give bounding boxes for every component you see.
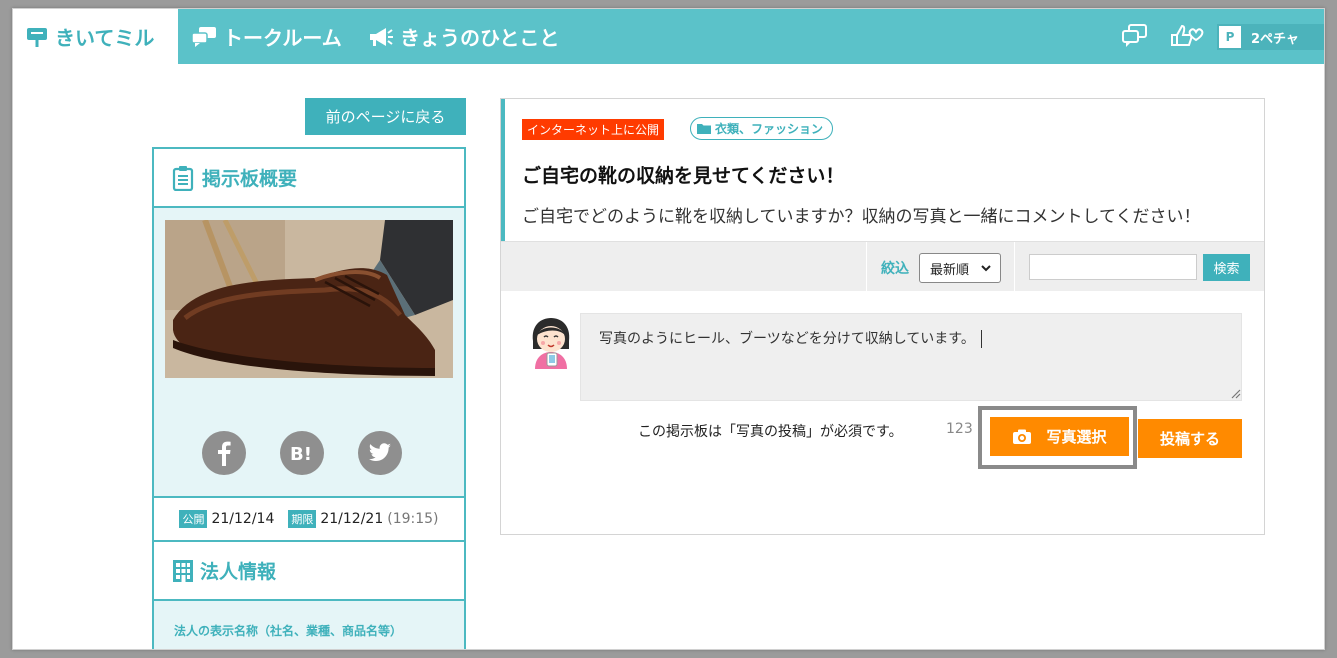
photo-select-label: 写真選択: [1046, 428, 1107, 446]
corporate-name-label: 法人の表示名称（社名、業種、商品名等）: [174, 624, 403, 638]
photo-required-note: この掲示板は「写真の投稿」が必須です。: [638, 424, 903, 440]
camera-icon: [1013, 429, 1032, 444]
deadline-date: 21/12/21: [320, 511, 384, 527]
board-image: [165, 220, 453, 378]
category-label: 衣類、ファッション: [715, 122, 824, 136]
top-nav-bar: きいてミル トークルーム きょうのひとこと P 2ペチャ: [13, 9, 1324, 64]
share-buttons: B!: [202, 431, 436, 475]
deadline-tag: 期限: [288, 510, 317, 528]
twitter-share-button[interactable]: [358, 431, 402, 475]
board-overview-header: 掲示板概要: [154, 149, 464, 208]
filter-bar: 絞込 最新順 検索: [501, 241, 1264, 292]
folder-icon: [697, 124, 711, 134]
back-button[interactable]: 前のページに戻る: [305, 98, 466, 135]
shoe-illustration: [165, 220, 453, 378]
hatena-icon: B!: [290, 444, 312, 464]
comment-textarea[interactable]: 写真のようにヒール、ブーツなどを分けて収納しています。: [580, 313, 1242, 401]
post-button[interactable]: 投稿する: [1138, 419, 1242, 458]
filter-label: 絞込: [881, 261, 909, 277]
filter-divider: [866, 242, 867, 292]
nav-tab-label: きいてミル: [55, 26, 155, 50]
speech-bubbles-outline-icon: [1122, 24, 1147, 47]
topic-description: ご自宅でどのように靴を収納していますか？収納の写真と一緒にコメントしてください！: [522, 207, 1201, 227]
thumbs-heart-icon: [1171, 24, 1204, 46]
user-name: 2ペチャ: [1251, 31, 1299, 47]
photo-select-button[interactable]: 写真選択: [990, 417, 1129, 456]
filter-divider: [1014, 242, 1015, 292]
topic-header: インターネット上に公開 衣類、ファッション ご自宅の靴の収納を見せてください！ …: [501, 99, 1264, 241]
chat-bubbles-icon: [191, 26, 216, 47]
svg-text:B!: B!: [290, 444, 312, 464]
facebook-icon: [218, 441, 231, 466]
corporate-info-title: 法人情報: [200, 561, 277, 583]
char-count: 123: [946, 421, 973, 437]
sort-select[interactable]: 最新順: [919, 253, 1001, 283]
resize-grip-icon[interactable]: [1229, 387, 1241, 399]
corporate-info-header: 法人情報: [154, 542, 464, 601]
nav-tab-label: トークルーム: [223, 26, 342, 50]
likes-button[interactable]: [1169, 23, 1205, 49]
chevron-down-icon: [981, 265, 991, 272]
search-input[interactable]: [1029, 254, 1197, 280]
board-overview-panel: 掲示板概要 B! 公開 21/12/14 期限 21/12/21 (19:15)…: [152, 147, 466, 649]
board-main-panel: インターネット上に公開 衣類、ファッション ご自宅の靴の収納を見せてください！ …: [500, 98, 1265, 535]
nav-tab-talkroom[interactable]: トークルーム: [191, 9, 342, 64]
sort-selected-value: 最新順: [930, 262, 970, 278]
woman-avatar-icon: [532, 318, 570, 369]
category-badge[interactable]: 衣類、ファッション: [690, 117, 834, 140]
facebook-share-button[interactable]: [202, 431, 246, 475]
visibility-badge: インターネット上に公開: [522, 119, 665, 140]
comment-text: 写真のようにヒール、ブーツなどを分けて収納しています。: [599, 331, 975, 347]
megaphone-icon: [370, 27, 393, 46]
published-date: 21/12/14: [211, 511, 275, 527]
board-dates: 公開 21/12/14 期限 21/12/21 (19:15): [154, 496, 464, 542]
user-initial-avatar: P: [1219, 26, 1241, 48]
browser-viewport: きいてミル トークルーム きょうのひとこと P 2ペチャ 前のページに戻る 掲示…: [12, 8, 1325, 650]
topic-title: ご自宅の靴の収納を見せてください！: [522, 165, 845, 187]
twitter-bird-icon: [368, 443, 391, 461]
building-icon: [173, 559, 193, 582]
user-menu[interactable]: P 2ペチャ: [1217, 24, 1324, 50]
deadline-time: (19:15): [387, 511, 439, 527]
clipboard-icon: [172, 165, 194, 191]
photo-button-highlight: 写真選択: [978, 406, 1137, 469]
board-overview-title: 掲示板概要: [202, 168, 298, 190]
text-caret: [980, 330, 982, 348]
hatena-bookmark-button[interactable]: B!: [280, 431, 324, 475]
nav-tab-kiitemiru[interactable]: きいてミル: [13, 9, 178, 64]
messages-button[interactable]: [1121, 23, 1149, 49]
signboard-icon: [27, 27, 47, 47]
user-avatar: [527, 315, 575, 369]
search-button[interactable]: 検索: [1203, 254, 1250, 281]
nav-tab-hitokoto[interactable]: きょうのひとこと: [368, 9, 559, 64]
nav-tab-label: きょうのひとこと: [400, 26, 560, 50]
published-tag: 公開: [179, 510, 208, 528]
